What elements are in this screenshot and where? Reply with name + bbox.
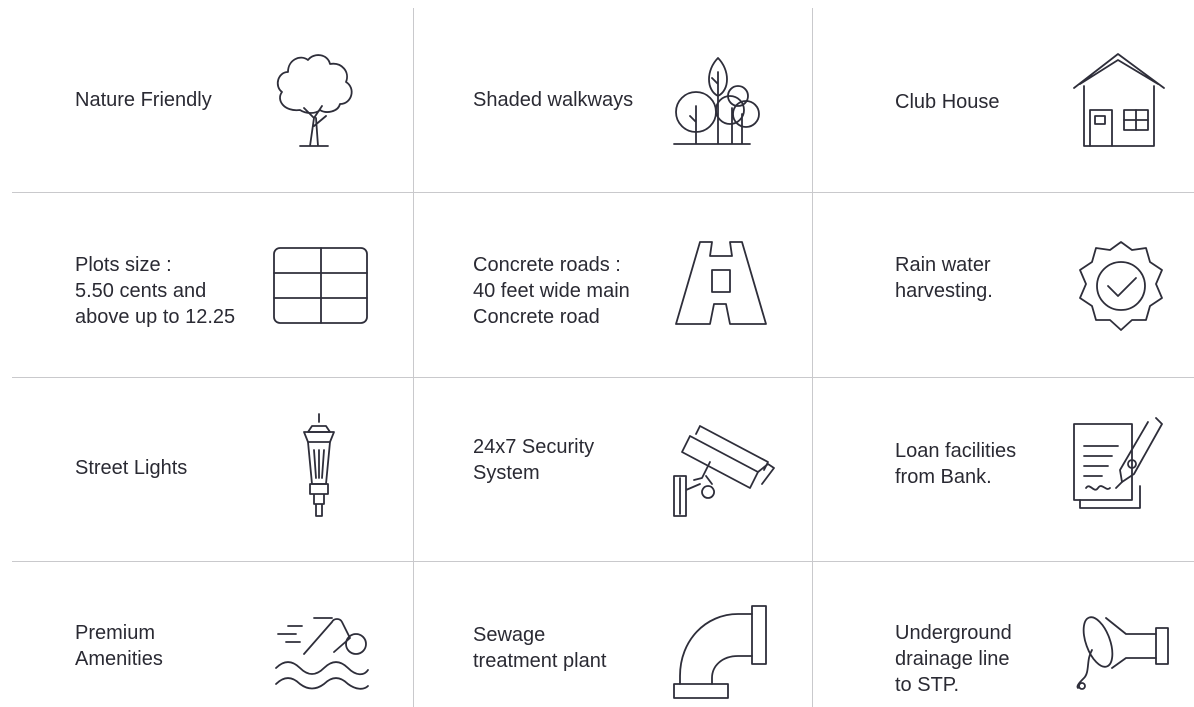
row-divider-2 xyxy=(12,377,1194,378)
house-icon xyxy=(1072,52,1166,150)
feature-label-line: 5.50 cents and xyxy=(75,280,207,302)
feature-label: Club House xyxy=(895,89,1000,115)
document-pen-icon xyxy=(1072,416,1164,516)
plot-grid-icon xyxy=(273,247,369,325)
feature-label: Shaded walkways xyxy=(473,87,633,113)
column-divider-1 xyxy=(413,8,414,707)
feature-label-line: treatment plant xyxy=(473,650,607,672)
feature-label: Rain water harvesting. xyxy=(895,252,993,304)
feature-label-line: Shaded walkways xyxy=(473,89,634,111)
feature-label-line: Nature Friendly xyxy=(75,89,212,111)
row-divider-1 xyxy=(12,192,1194,193)
feature-label-line: System xyxy=(473,462,540,484)
feature-label-line: Premium xyxy=(75,622,156,644)
feature-label-line: Loan facilities xyxy=(895,440,1017,462)
feature-label-line: Rain water xyxy=(895,254,991,276)
cctv-camera-icon xyxy=(672,420,776,518)
feature-label-line: Underground xyxy=(895,622,1012,644)
feature-label-line: Plots size : xyxy=(75,254,172,276)
feature-label-line: 24x7 Security xyxy=(473,436,595,458)
feature-label-line: drainage line xyxy=(895,648,1010,670)
row-divider-3 xyxy=(12,561,1194,562)
feature-label: Plots size : 5.50 cents and above up to … xyxy=(75,252,235,330)
feature-label: Underground drainage line to STP. xyxy=(895,620,1012,698)
feature-label-line: above up to 12.25 xyxy=(75,306,236,328)
feature-label: Premium Amenities xyxy=(75,620,163,672)
feature-label: 24x7 Security System xyxy=(473,434,594,486)
trees-icon xyxy=(672,54,768,146)
feature-label: Street Lights xyxy=(75,455,187,481)
feature-label-line: Club House xyxy=(895,91,1000,113)
feature-label-line: harvesting. xyxy=(895,280,993,302)
column-divider-2 xyxy=(812,8,813,707)
road-icon xyxy=(674,240,770,326)
feature-label-line: to STP. xyxy=(895,674,960,696)
feature-label-line: Amenities xyxy=(75,648,163,670)
feature-label-line: from Bank. xyxy=(895,466,992,488)
tree-icon xyxy=(270,52,360,148)
drain-pipe-icon xyxy=(1070,612,1172,692)
feature-label: Concrete roads : 40 feet wide main Concr… xyxy=(473,252,630,330)
pipe-elbow-icon xyxy=(672,604,772,700)
street-lamp-icon xyxy=(296,412,342,520)
feature-label-line: Concrete road xyxy=(473,306,600,328)
check-badge-icon xyxy=(1074,240,1168,334)
feature-label: Loan facilities from Bank. xyxy=(895,438,1016,490)
feature-label: Sewage treatment plant xyxy=(473,622,606,674)
swimmer-icon xyxy=(272,604,370,690)
feature-label-line: Sewage xyxy=(473,624,546,646)
feature-label: Nature Friendly xyxy=(75,87,212,113)
feature-label-line: Street Lights xyxy=(75,457,188,479)
feature-label-line: Concrete roads : xyxy=(473,254,621,276)
feature-label-line: 40 feet wide main xyxy=(473,280,630,302)
